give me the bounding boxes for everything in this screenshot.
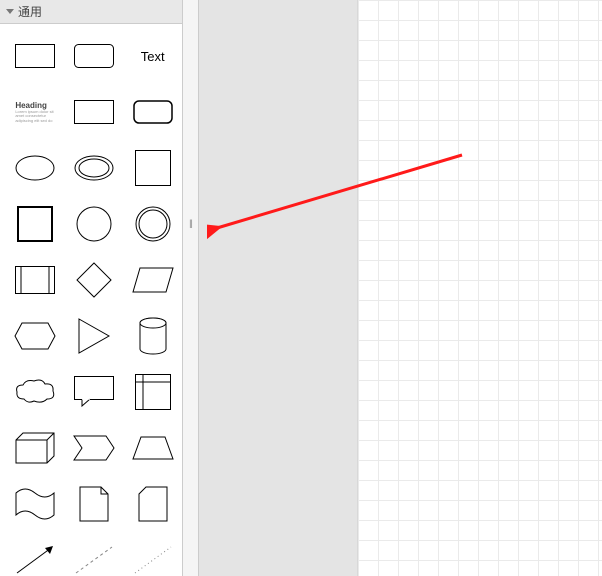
shape-diamond[interactable] (69, 258, 120, 302)
shape-text[interactable]: Text (127, 34, 178, 78)
shape-dotted-line[interactable] (127, 538, 178, 576)
canvas-page[interactable] (357, 0, 602, 576)
shape-predefined-process[interactable] (10, 258, 61, 302)
shape-internal-storage[interactable] (127, 370, 178, 414)
shape-double-circle[interactable] (127, 202, 178, 246)
shape-ellipse[interactable] (10, 146, 61, 190)
shape-step[interactable] (69, 426, 120, 470)
shape-hexagon[interactable] (10, 314, 61, 358)
shapes-scroll-container[interactable]: Text Heading Lorem ipsum dolor sit amet … (0, 24, 182, 576)
shape-callout[interactable] (69, 370, 120, 414)
shape-square-thick[interactable] (10, 202, 61, 246)
canvas-area (199, 0, 602, 576)
text-label: Text (141, 49, 165, 64)
shape-circle[interactable] (69, 202, 120, 246)
shape-rectangle-outline[interactable] (69, 90, 120, 134)
shape-cube[interactable] (10, 426, 61, 470)
shape-double-ellipse[interactable] (69, 146, 120, 190)
shape-dashed-line[interactable] (69, 538, 120, 576)
shape-cylinder[interactable] (127, 314, 178, 358)
shape-arrow-line[interactable] (10, 538, 61, 576)
chevron-down-icon (6, 9, 14, 14)
shape-heading[interactable]: Heading Lorem ipsum dolor sit amet conse… (10, 90, 61, 134)
shape-cloud[interactable] (10, 370, 61, 414)
section-title: 通用 (18, 3, 42, 20)
shape-square[interactable] (127, 146, 178, 190)
heading-label: Heading Lorem ipsum dolor sit amet conse… (15, 101, 55, 123)
shape-sidebar: 通用 Text Heading Lorem ipsum dolor sit am… (0, 0, 183, 576)
shape-triangle[interactable] (69, 314, 120, 358)
shape-trapezoid[interactable] (127, 426, 178, 470)
section-header-general[interactable]: 通用 (0, 0, 182, 24)
shape-rounded-rectangle[interactable] (69, 34, 120, 78)
shape-card[interactable] (127, 482, 178, 526)
shape-note[interactable] (69, 482, 120, 526)
shape-rectangle[interactable] (10, 34, 61, 78)
splitter-grip-icon: || (189, 218, 192, 228)
shape-rounded-rectangle-thick[interactable] (127, 90, 178, 134)
sidebar-splitter[interactable]: || (183, 0, 199, 576)
canvas-gutter[interactable] (199, 0, 357, 576)
shape-parallelogram[interactable] (127, 258, 178, 302)
shape-tape[interactable] (10, 482, 61, 526)
shapes-grid: Text Heading Lorem ipsum dolor sit amet … (10, 34, 178, 576)
